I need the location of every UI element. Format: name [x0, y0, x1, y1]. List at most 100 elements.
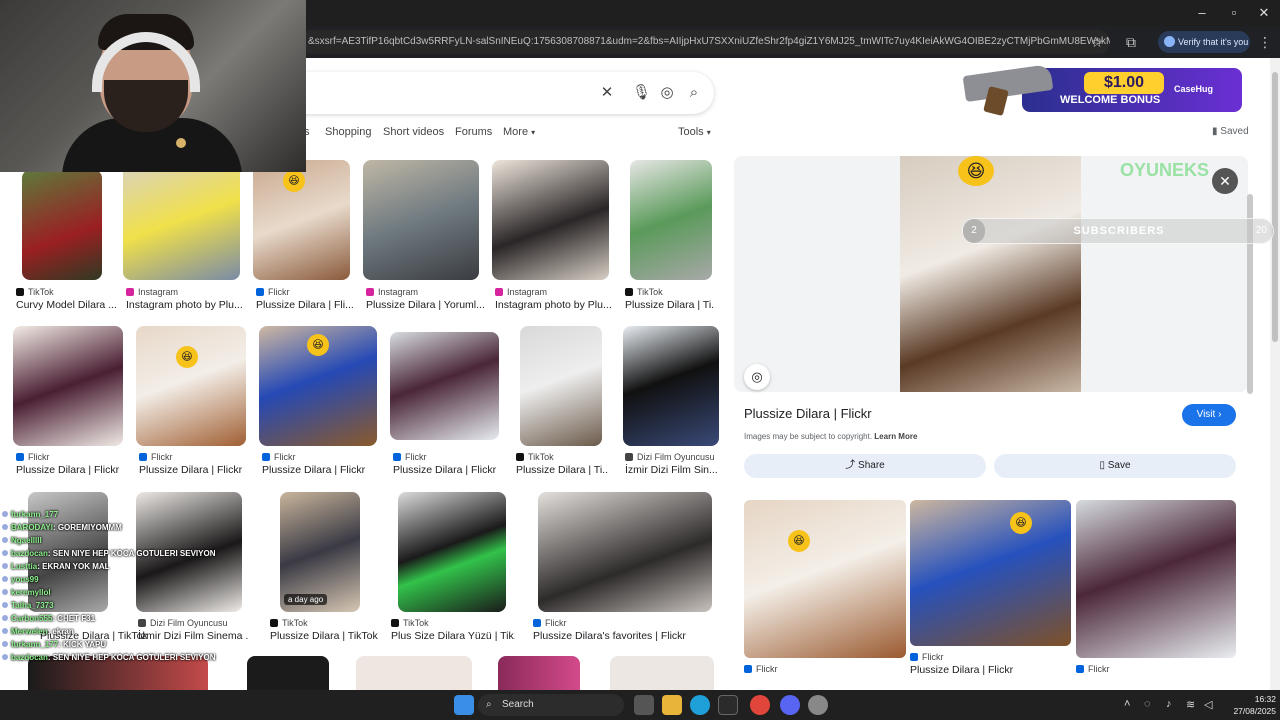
preview-image[interactable]: 😆	[900, 156, 1081, 392]
result-title[interactable]: Plussize Dilara | Flickr	[139, 464, 259, 476]
filter-forums[interactable]: Forums	[455, 126, 492, 138]
restore-icon[interactable]: ▫	[1222, 4, 1246, 22]
chat-message: Ngaelllll	[2, 536, 42, 545]
result-image[interactable]	[538, 492, 712, 612]
result-source: Flickr	[16, 452, 50, 462]
address-bar[interactable]: &sxsrf=AE3TifP16qbtCd3w5RRFyLN-salSnINEu…	[300, 30, 1110, 54]
taskbar-search[interactable]: ⌕ Search	[478, 694, 624, 716]
verify-identity-button[interactable]: Verify that it's you	[1158, 31, 1250, 53]
share-button[interactable]: ⤴ Share	[744, 454, 986, 478]
preview-title[interactable]: Plussize Dilara | Flickr	[744, 406, 872, 421]
learn-more-link[interactable]: Learn More	[874, 432, 917, 441]
result-title[interactable]: Plussize Dilara | Ti...	[625, 299, 715, 311]
related-image[interactable]: 😆	[744, 500, 906, 658]
voice-search-icon[interactable]: 🎙	[632, 84, 651, 102]
share-icon: ⤴	[845, 460, 856, 471]
edge-icon[interactable]	[690, 695, 710, 715]
task-view-icon[interactable]	[634, 695, 654, 715]
file-explorer-icon[interactable]	[662, 695, 682, 715]
clear-search-icon[interactable]: ✕	[598, 84, 616, 102]
result-image[interactable]	[520, 326, 602, 446]
wifi-icon[interactable]: ≋	[1186, 698, 1195, 711]
result-image[interactable]	[363, 160, 479, 280]
volume-icon[interactable]: ◁	[1204, 698, 1212, 711]
result-image[interactable]	[22, 170, 102, 280]
result-image[interactable]	[123, 160, 240, 280]
result-source: Flickr	[262, 452, 296, 462]
result-image[interactable]	[356, 656, 472, 690]
close-window-icon[interactable]: ✕	[1252, 4, 1276, 22]
result-title[interactable]: İzmir Dizi Film Sin...	[625, 464, 717, 476]
tray-overflow-icon[interactable]: ˄	[1124, 698, 1130, 710]
tools-button[interactable]: Tools ▾	[678, 126, 711, 138]
page-scrollbar[interactable]	[1270, 58, 1280, 690]
chrome-icon[interactable]	[750, 695, 770, 715]
result-image[interactable]	[492, 160, 609, 280]
result-image[interactable]	[13, 326, 123, 446]
flickr-icon	[256, 288, 264, 296]
search-box[interactable]: ✕ 🎙 ◎ ⌕	[300, 72, 714, 114]
result-image[interactable]: 😆	[253, 160, 350, 280]
chat-message: furkann_177	[2, 510, 58, 519]
result-title[interactable]: Plussize Dilara | Yoruml...	[366, 299, 486, 311]
minimize-icon[interactable]: –	[1190, 4, 1214, 22]
result-title[interactable]: Plus Size Dilara Yüzü | Tik...	[391, 630, 515, 642]
result-image[interactable]	[398, 492, 506, 612]
result-source: TikTok	[516, 452, 554, 462]
result-title[interactable]: Plussize Dilara | Flickr	[16, 464, 136, 476]
flickr-icon	[262, 453, 270, 461]
related-source: Flickr	[744, 664, 778, 674]
result-title[interactable]: Instagram photo by Plu...	[126, 299, 246, 311]
start-icon[interactable]	[454, 695, 474, 715]
instagram-icon	[495, 288, 503, 296]
tray-app-icon[interactable]: ◌	[1144, 698, 1151, 710]
shirt-logo	[176, 138, 186, 148]
result-title[interactable]: Plussize Dilara | Flickr	[393, 464, 513, 476]
save-button[interactable]: ▯ Save	[994, 454, 1236, 478]
result-image[interactable]	[610, 656, 714, 690]
filter-shopping[interactable]: Shopping	[325, 126, 372, 138]
result-image[interactable]	[623, 326, 719, 446]
discord-icon[interactable]	[780, 695, 800, 715]
bookmark-star-icon[interactable]: ☆	[1088, 33, 1106, 51]
result-title[interactable]: Curvy Model Dilara ...	[16, 299, 136, 311]
saved-link[interactable]: ▮ Saved	[1212, 126, 1249, 137]
result-title[interactable]: Instagram photo by Plu...	[495, 299, 615, 311]
result-title[interactable]: Plussize Dilara | Ti...	[516, 464, 608, 476]
result-image[interactable]	[247, 656, 329, 690]
lens-search-icon[interactable]: ◎	[658, 84, 676, 102]
app-icon[interactable]	[808, 695, 828, 715]
search-icon[interactable]: ⌕	[685, 84, 703, 102]
page-scroll-thumb[interactable]	[1272, 72, 1278, 342]
taskbar-search-label: Search	[502, 699, 534, 710]
chat-message: yous99	[2, 575, 39, 584]
result-source: Flickr	[393, 452, 427, 462]
microphone-icon[interactable]: ♪	[1166, 698, 1172, 710]
lens-search-icon[interactable]: ◎	[744, 364, 770, 390]
result-title[interactable]: Plussize Dilara's favorites | Flickr	[533, 630, 713, 642]
result-title[interactable]: Plussize Dilara | TikTok	[270, 630, 390, 642]
result-image[interactable]: 😆	[136, 326, 246, 446]
result-source: TikTok	[391, 618, 429, 628]
extensions-icon[interactable]: ⧉	[1122, 33, 1140, 51]
tiktok-icon	[270, 619, 278, 627]
result-title[interactable]: Plussize Dilara | Fli...	[256, 299, 376, 311]
browser-menu-icon[interactable]: ⋮	[1256, 33, 1274, 51]
tiktok-icon	[391, 619, 399, 627]
result-image[interactable]	[390, 332, 499, 440]
filter-short-videos[interactable]: Short videos	[383, 126, 444, 138]
store-icon[interactable]	[718, 695, 738, 715]
result-image[interactable]	[498, 656, 580, 690]
taskbar-clock[interactable]: 16:32 27/08/2025	[1222, 693, 1276, 717]
result-source: TikTok	[270, 618, 308, 628]
result-image[interactable]: 😆	[259, 326, 377, 446]
result-image[interactable]: a day ago	[280, 492, 360, 612]
visit-button[interactable]: Visit ›	[1182, 404, 1236, 426]
filter-more[interactable]: More ▾	[503, 126, 535, 138]
stream-chat-overlay: furkann_177 BARODAYI: GOREMIYOMMM Ngaell…	[0, 508, 240, 668]
related-image[interactable]: 😆	[910, 500, 1071, 646]
result-title[interactable]: Plussize Dilara | Flickr	[262, 464, 382, 476]
related-image[interactable]	[1076, 500, 1236, 658]
related-title[interactable]: Plussize Dilara | Flickr	[910, 664, 1060, 676]
result-image[interactable]	[630, 160, 712, 280]
